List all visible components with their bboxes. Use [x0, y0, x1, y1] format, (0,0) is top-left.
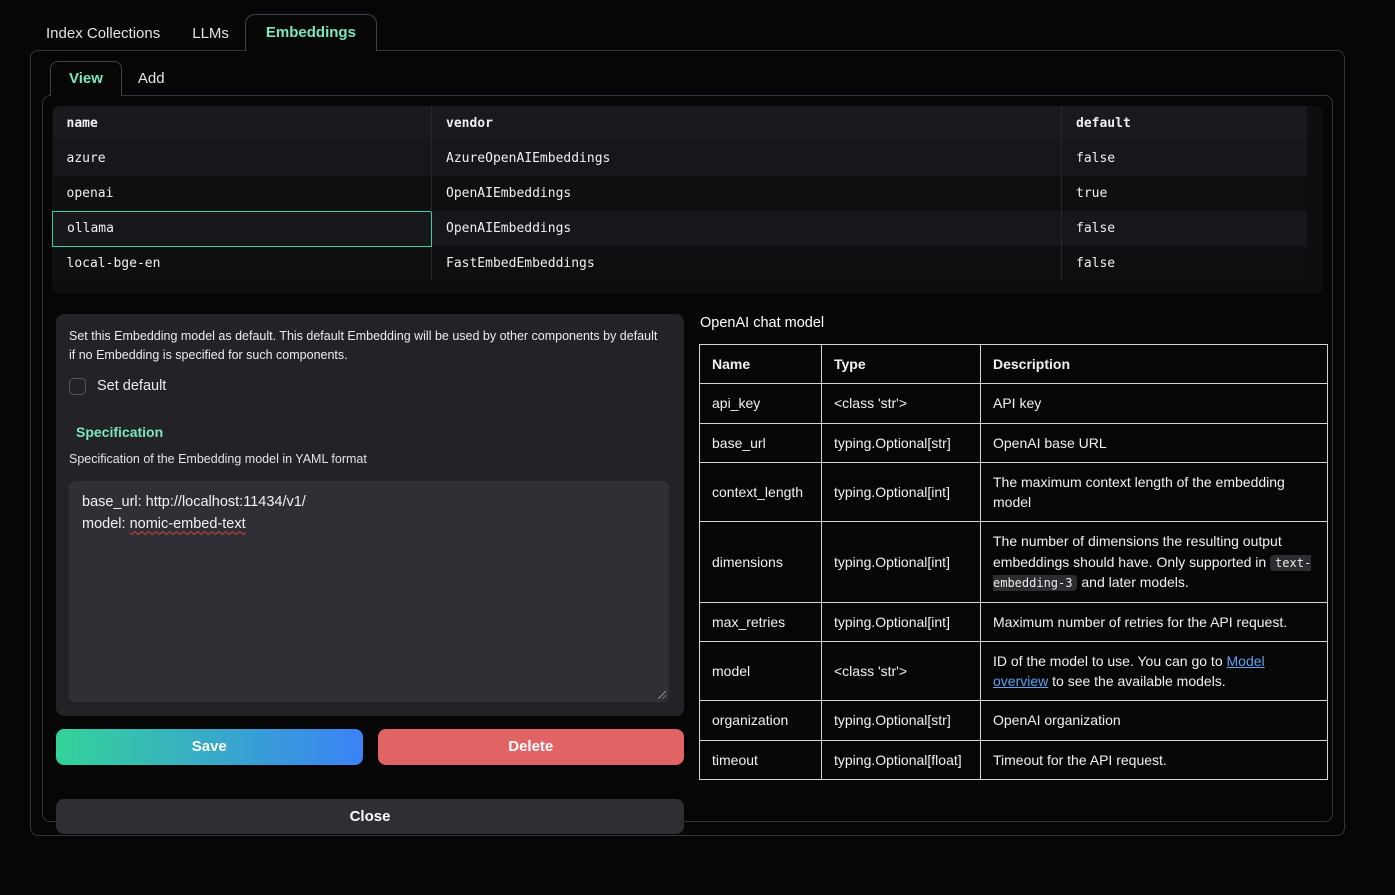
param-name: context_length	[700, 462, 822, 522]
param-row-model: model<class 'str'>ID of the model to use…	[700, 641, 1328, 701]
cell-vendor: AzureOpenAIEmbeddings	[432, 141, 1062, 176]
params-column: OpenAI chat model NameTypeDescription ap…	[699, 314, 1324, 834]
embeddings-panel: View Add namevendordefault azureAzureOpe…	[30, 50, 1345, 836]
cell-default: false	[1062, 211, 1308, 246]
action-button-row: Save Delete	[56, 729, 684, 765]
cell-default: false	[1062, 246, 1308, 281]
param-description: API key	[981, 384, 1328, 423]
spec-editor-line: model: nomic-embed-text	[82, 514, 656, 536]
save-button[interactable]: Save	[56, 729, 363, 765]
view-panel: namevendordefault azureAzureOpenAIEmbedd…	[42, 95, 1333, 822]
sub-tab-bar: View Add	[42, 61, 1333, 95]
param-description: Timeout for the API request.	[981, 740, 1328, 779]
param-row-organization: organizationtyping.Optional[str]OpenAI o…	[700, 701, 1328, 740]
embedding-row-ollama[interactable]: ollamaOpenAIEmbeddingsfalse	[53, 211, 1308, 246]
param-column-header-description: Description	[981, 345, 1328, 384]
spec-editor-line: base_url: http://localhost:11434/v1/	[82, 492, 656, 514]
default-spec-panel: Set this Embedding model as default. Thi…	[56, 314, 684, 716]
param-type: typing.Optional[int]	[822, 462, 981, 522]
set-default-description: Set this Embedding model as default. Thi…	[69, 327, 666, 366]
specification-help-text: Specification of the Embedding model in …	[69, 452, 669, 466]
param-name: max_retries	[700, 602, 822, 641]
param-name: model	[700, 641, 822, 701]
params-table: NameTypeDescription api_key<class 'str'>…	[699, 344, 1328, 780]
param-name: timeout	[700, 740, 822, 779]
param-type: typing.Optional[int]	[822, 602, 981, 641]
param-name: dimensions	[700, 522, 822, 602]
cell-vendor: FastEmbedEmbeddings	[432, 246, 1062, 281]
param-row-context_length: context_lengthtyping.Optional[int]The ma…	[700, 462, 1328, 522]
tab-add[interactable]: Add	[122, 62, 181, 95]
cell-name: ollama	[53, 211, 432, 246]
misspelled-word: nomic-embed-text	[130, 516, 246, 532]
param-description: OpenAI base URL	[981, 423, 1328, 462]
specification-heading: Specification	[76, 424, 669, 440]
cell-name: local-bge-en	[53, 246, 432, 281]
cell-vendor: OpenAIEmbeddings	[432, 211, 1062, 246]
param-type: typing.Optional[str]	[822, 423, 981, 462]
tab-embeddings[interactable]: Embeddings	[245, 14, 377, 51]
param-description: The number of dimensions the resulting o…	[981, 522, 1328, 602]
param-row-timeout: timeouttyping.Optional[float]Timeout for…	[700, 740, 1328, 779]
param-type: typing.Optional[str]	[822, 701, 981, 740]
param-name: base_url	[700, 423, 822, 462]
embeddings-table: namevendordefault azureAzureOpenAIEmbedd…	[52, 106, 1307, 281]
param-type: <class 'str'>	[822, 384, 981, 423]
param-row-api_key: api_key<class 'str'>API key	[700, 384, 1328, 423]
main-tab-bar: Index Collections LLMs Embeddings	[0, 14, 1395, 50]
model-overview-link[interactable]: Model overview	[993, 653, 1265, 689]
params-table-caption: OpenAI chat model	[700, 315, 1324, 331]
param-column-header-type: Type	[822, 345, 981, 384]
embedding-row-local-bge-en[interactable]: local-bge-enFastEmbedEmbeddingsfalse	[53, 246, 1308, 281]
spec-yaml-editor[interactable]: base_url: http://localhost:11434/v1/mode…	[69, 481, 669, 702]
tab-view[interactable]: View	[50, 61, 122, 96]
param-type: <class 'str'>	[822, 641, 981, 701]
embedding-row-openai[interactable]: openaiOpenAIEmbeddingstrue	[53, 176, 1308, 211]
param-row-max_retries: max_retriestyping.Optional[int]Maximum n…	[700, 602, 1328, 641]
param-row-dimensions: dimensionstyping.Optional[int]The number…	[700, 522, 1328, 602]
set-default-checkbox[interactable]	[69, 378, 86, 395]
app-root: Index Collections LLMs Embeddings View A…	[0, 14, 1395, 836]
detail-section: Set this Embedding model as default. Thi…	[56, 314, 1324, 834]
cell-name: openai	[53, 176, 432, 211]
tab-llms[interactable]: LLMs	[176, 17, 245, 50]
param-row-base_url: base_urltyping.Optional[str]OpenAI base …	[700, 423, 1328, 462]
cell-default: false	[1062, 141, 1308, 176]
param-column-header-name: Name	[700, 345, 822, 384]
param-name: organization	[700, 701, 822, 740]
embeddings-table-card: namevendordefault azureAzureOpenAIEmbedd…	[52, 106, 1323, 294]
params-table-header: NameTypeDescription	[700, 345, 1328, 384]
cell-vendor: OpenAIEmbeddings	[432, 176, 1062, 211]
delete-button[interactable]: Delete	[378, 729, 685, 765]
edit-column: Set this Embedding model as default. Thi…	[56, 314, 684, 834]
column-header-name: name	[53, 106, 432, 141]
cell-name: azure	[53, 141, 432, 176]
embeddings-table-header: namevendordefault	[53, 106, 1308, 141]
set-default-row[interactable]: Set default	[69, 378, 669, 395]
param-type: typing.Optional[float]	[822, 740, 981, 779]
param-description: Maximum number of retries for the API re…	[981, 602, 1328, 641]
param-description: OpenAI organization	[981, 701, 1328, 740]
column-header-default: default	[1062, 106, 1308, 141]
embedding-row-azure[interactable]: azureAzureOpenAIEmbeddingsfalse	[53, 141, 1308, 176]
param-type: typing.Optional[int]	[822, 522, 981, 602]
close-button[interactable]: Close	[56, 799, 684, 834]
param-description: ID of the model to use. You can go to Mo…	[981, 641, 1328, 701]
param-description: The maximum context length of the embedd…	[981, 462, 1328, 522]
param-name: api_key	[700, 384, 822, 423]
resize-handle[interactable]	[656, 689, 666, 699]
tab-index-collections[interactable]: Index Collections	[30, 17, 176, 50]
column-header-vendor: vendor	[432, 106, 1062, 141]
set-default-label: Set default	[97, 378, 166, 394]
inline-code: text-embedding-3	[993, 555, 1311, 591]
cell-default: true	[1062, 176, 1308, 211]
